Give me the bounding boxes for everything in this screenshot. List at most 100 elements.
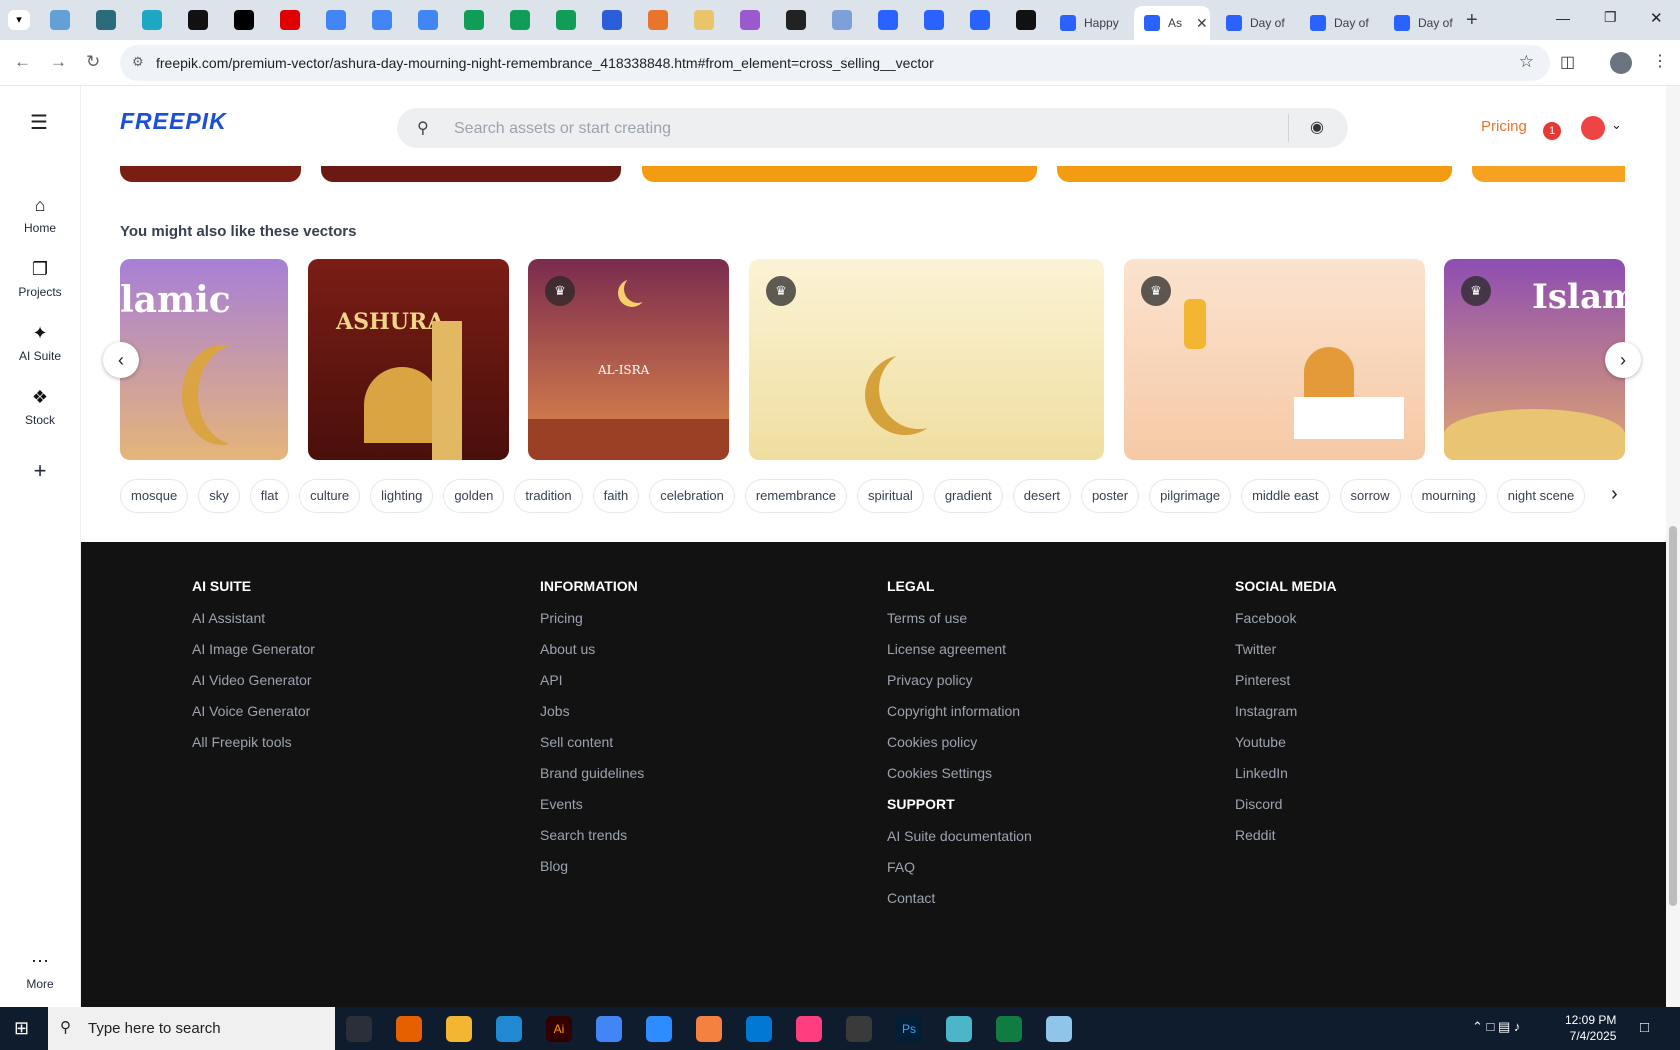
tab-happy[interactable]: Happy <box>1050 6 1130 40</box>
search-bar[interactable]: ⚲ Search assets or start creating ◉ <box>397 108 1348 148</box>
footer-link[interactable]: FAQ <box>887 859 1032 878</box>
footer-link[interactable]: Facebook <box>1235 610 1337 629</box>
xampp-icon[interactable] <box>696 1016 722 1042</box>
footer-link[interactable]: Search trends <box>540 827 644 846</box>
footer-link[interactable]: Sell content <box>540 734 644 753</box>
sheets-tab-icon[interactable] <box>556 10 576 30</box>
notepad-icon[interactable] <box>1046 1016 1072 1042</box>
freepik-tab-icon[interactable] <box>970 10 990 30</box>
footer-link[interactable]: License agreement <box>887 641 1032 660</box>
sidebar-item-home[interactable]: ⌂ Home <box>0 194 80 235</box>
pinned-tab-icon[interactable] <box>648 10 668 30</box>
taskbar-search-input[interactable]: Type here to search <box>88 1020 221 1037</box>
photoshop-icon[interactable]: Ps <box>896 1016 922 1042</box>
tag-chip[interactable]: celebration <box>649 479 735 513</box>
sheets-tab-icon[interactable] <box>510 10 530 30</box>
footer-link[interactable]: AI Suite documentation <box>887 828 1032 847</box>
pinned-tab-icon[interactable] <box>188 10 208 30</box>
chrome-icon[interactable] <box>596 1016 622 1042</box>
extensions-icon[interactable]: ◫ <box>1560 52 1575 72</box>
tag-chip[interactable]: gradient <box>933 479 1003 513</box>
footer-link[interactable]: Twitter <box>1235 641 1337 660</box>
task-view-icon[interactable] <box>346 1016 372 1042</box>
tab-active[interactable]: As ✕ <box>1134 6 1210 40</box>
tag-chip[interactable]: flat <box>249 479 290 513</box>
tag-chip[interactable]: remembrance <box>744 479 848 513</box>
notifications-icon[interactable]: □ <box>1640 1019 1649 1036</box>
scrollbar-thumb[interactable] <box>1669 526 1677 906</box>
footer-link[interactable]: AI Video Generator <box>192 672 315 691</box>
pinned-tab-icon[interactable] <box>96 10 116 30</box>
excel-icon[interactable] <box>996 1016 1022 1042</box>
tag-chip[interactable]: sorrow <box>1339 479 1401 513</box>
tag-chip[interactable]: golden <box>443 479 505 513</box>
footer-link[interactable]: Blog <box>540 858 644 877</box>
freepik-tab-icon[interactable] <box>878 10 898 30</box>
docs-tab-icon[interactable] <box>418 10 438 30</box>
pinned-tab-icon[interactable] <box>602 10 622 30</box>
sidebar-item-more[interactable]: ⋯ More <box>0 950 80 991</box>
browser-menu-icon[interactable]: ⋮ <box>1652 51 1668 71</box>
tab-search-button[interactable]: ▾ <box>8 10 30 30</box>
previous-row-thumb[interactable] <box>120 166 301 182</box>
footer-link[interactable]: Events <box>540 796 644 815</box>
bookmark-star-icon[interactable]: ☆ <box>1519 52 1534 72</box>
docs-tab-icon[interactable] <box>326 10 346 30</box>
chevron-down-icon[interactable]: ⌄ <box>1611 117 1622 133</box>
pinned-tab-icon[interactable] <box>50 10 70 30</box>
user-avatar[interactable] <box>1581 116 1605 140</box>
footer-link[interactable]: About us <box>540 641 644 660</box>
carousel-next-button[interactable]: › <box>1605 342 1641 378</box>
previous-row-thumb[interactable] <box>642 166 1037 182</box>
vscode-icon[interactable] <box>496 1016 522 1042</box>
restore-icon[interactable]: ❐ <box>1604 9 1617 26</box>
previous-row-thumb[interactable] <box>321 166 621 182</box>
minimize-icon[interactable]: — <box>1556 10 1570 26</box>
back-icon[interactable]: ← <box>14 52 31 72</box>
tag-chip[interactable]: mourning <box>1410 479 1487 513</box>
tag-chip[interactable]: poster <box>1080 479 1140 513</box>
footer-link[interactable]: AI Image Generator <box>192 641 315 660</box>
tags-next-icon[interactable]: › <box>1611 483 1618 506</box>
new-tab-button[interactable]: + <box>1466 9 1478 32</box>
outlook-icon[interactable] <box>746 1016 772 1042</box>
camera-search-icon[interactable]: ◉ <box>1310 117 1324 137</box>
pricing-link[interactable]: Pricing <box>1481 118 1527 135</box>
footer-link[interactable]: Reddit <box>1235 827 1337 846</box>
taskbar-search[interactable]: ⚲ Type here to search <box>48 1007 335 1050</box>
tab-day-of[interactable]: Day of <box>1384 6 1464 40</box>
tag-chip[interactable]: pilgrimage <box>1149 479 1232 513</box>
file-explorer-icon[interactable] <box>446 1016 472 1042</box>
pinned-tab-icon[interactable] <box>832 10 852 30</box>
tag-chip[interactable]: desert <box>1012 479 1071 513</box>
site-info-icon[interactable]: ⚙ <box>132 54 144 70</box>
footer-link[interactable]: API <box>540 672 644 691</box>
page-scrollbar[interactable] <box>1666 86 1680 1007</box>
search-input[interactable]: Search assets or start creating <box>454 120 671 138</box>
footer-link[interactable]: LinkedIn <box>1235 765 1337 784</box>
youtube-tab-icon[interactable] <box>280 10 300 30</box>
sidebar-item-projects[interactable]: ❐ Projects <box>0 258 80 299</box>
freepik-tab-icon[interactable] <box>924 10 944 30</box>
pinned-tab-icon[interactable] <box>234 10 254 30</box>
footer-link[interactable]: All Freepik tools <box>192 734 315 753</box>
tag-chip[interactable]: night scene <box>1496 479 1586 513</box>
address-bar[interactable]: ⚙ freepik.com/premium-vector/ashura-day-… <box>120 45 1550 81</box>
footer-link[interactable]: Copyright information <box>887 703 1032 722</box>
close-tab-icon[interactable]: ✕ <box>1196 15 1208 32</box>
pen-tool-icon[interactable] <box>846 1016 872 1042</box>
freepik-logo[interactable]: FREEPIK <box>120 108 227 135</box>
footer-link[interactable]: Cookies policy <box>887 734 1032 753</box>
tag-chip[interactable]: faith <box>592 479 640 513</box>
sidebar-add-button[interactable]: + <box>0 458 80 484</box>
vector-thumb[interactable]: ♛ <box>749 259 1104 460</box>
app-icon[interactable] <box>946 1016 972 1042</box>
docs-tab-icon[interactable] <box>372 10 392 30</box>
vector-thumb[interactable]: ♛ Islamic <box>1444 259 1625 460</box>
taskbar-clock[interactable]: 12:09 PM 7/4/2025 <box>1565 1012 1616 1044</box>
previous-row-thumb[interactable] <box>1472 166 1625 182</box>
footer-link[interactable]: Terms of use <box>887 610 1032 629</box>
creative-cloud-icon[interactable] <box>796 1016 822 1042</box>
footer-link[interactable]: AI Voice Generator <box>192 703 315 722</box>
pinned-tab-icon[interactable] <box>1016 10 1036 30</box>
